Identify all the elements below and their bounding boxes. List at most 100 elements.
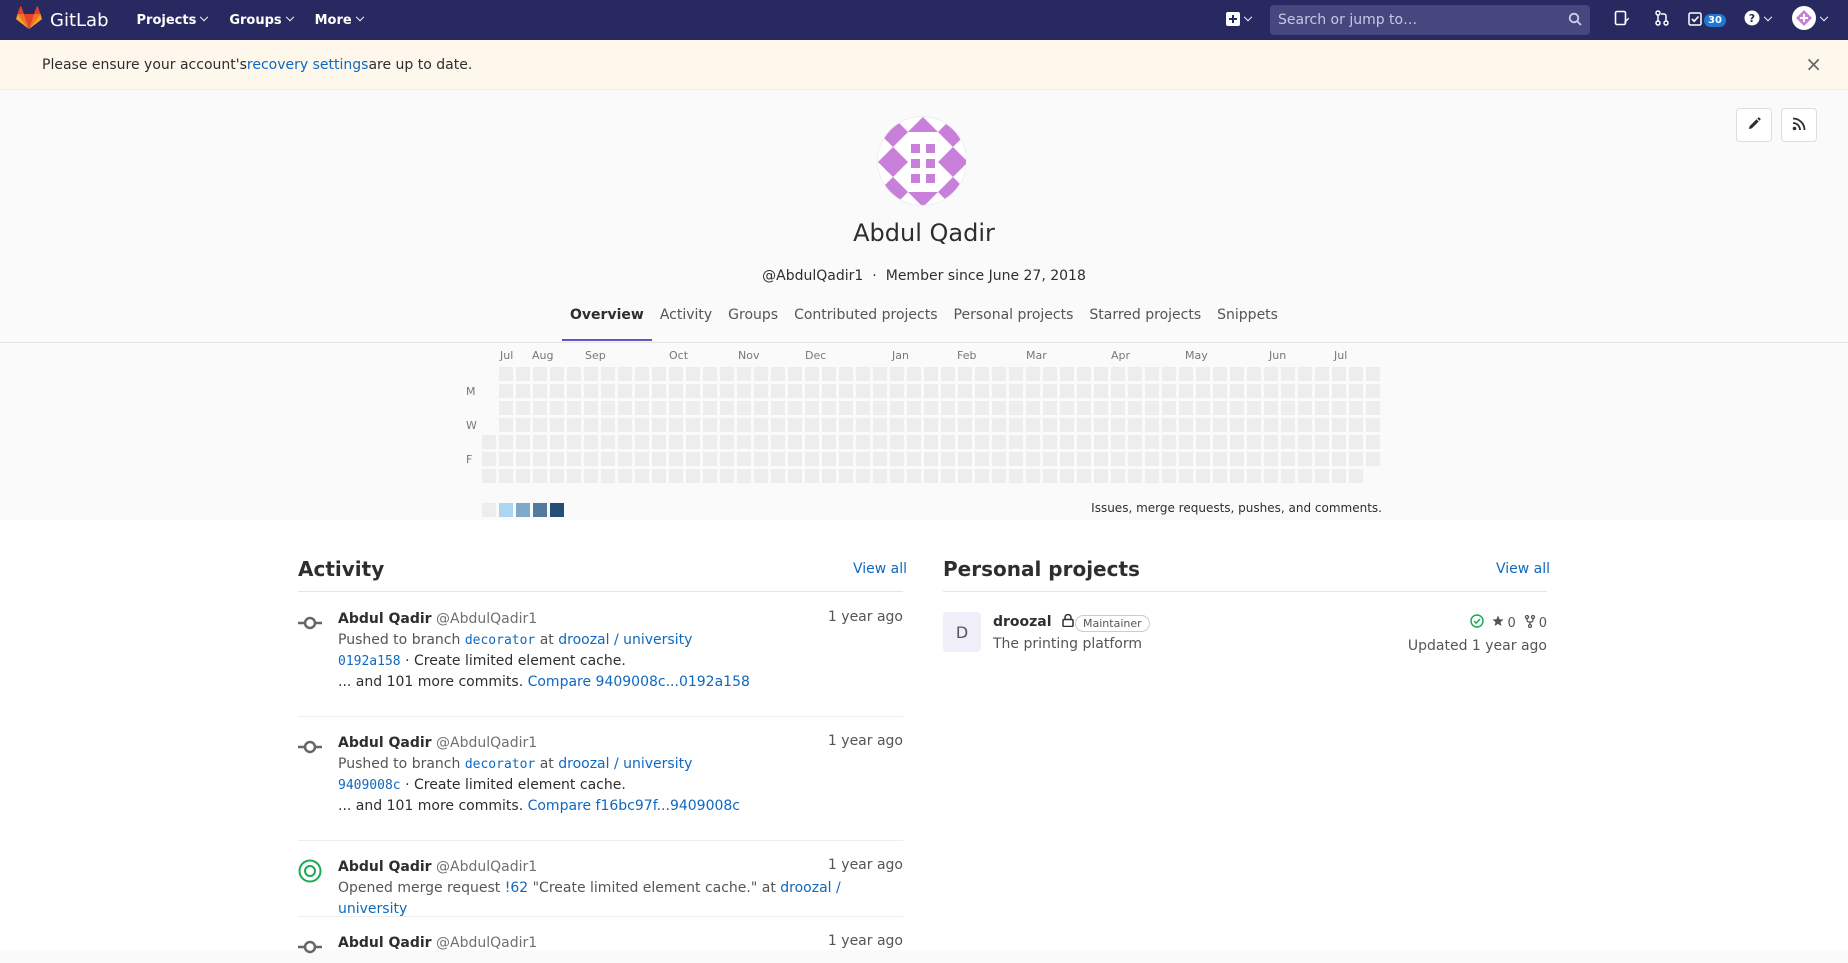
calendar-day-cell[interactable] bbox=[1298, 452, 1312, 466]
calendar-day-cell[interactable] bbox=[1043, 418, 1057, 432]
calendar-day-cell[interactable] bbox=[516, 418, 530, 432]
calendar-day-cell[interactable] bbox=[669, 384, 683, 398]
calendar-day-cell[interactable] bbox=[1332, 418, 1346, 432]
calendar-day-cell[interactable] bbox=[975, 367, 989, 381]
calendar-day-cell[interactable] bbox=[499, 435, 513, 449]
calendar-day-cell[interactable] bbox=[992, 384, 1006, 398]
calendar-day-cell[interactable] bbox=[1179, 418, 1193, 432]
calendar-day-cell[interactable] bbox=[1111, 367, 1125, 381]
calendar-day-cell[interactable] bbox=[958, 452, 972, 466]
calendar-day-cell[interactable] bbox=[1145, 418, 1159, 432]
calendar-day-cell[interactable] bbox=[754, 384, 768, 398]
calendar-day-cell[interactable] bbox=[1060, 452, 1074, 466]
calendar-day-cell[interactable] bbox=[601, 367, 615, 381]
calendar-day-cell[interactable] bbox=[1077, 384, 1091, 398]
calendar-day-cell[interactable] bbox=[1366, 452, 1380, 466]
calendar-day-cell[interactable] bbox=[652, 469, 666, 483]
projects-menu[interactable]: Projects bbox=[137, 13, 209, 28]
calendar-day-cell[interactable] bbox=[754, 367, 768, 381]
calendar-day-cell[interactable] bbox=[1145, 469, 1159, 483]
calendar-day-cell[interactable] bbox=[992, 469, 1006, 483]
calendar-day-cell[interactable] bbox=[1298, 435, 1312, 449]
calendar-day-cell[interactable] bbox=[601, 435, 615, 449]
calendar-day-cell[interactable] bbox=[941, 384, 955, 398]
calendar-day-cell[interactable] bbox=[924, 418, 938, 432]
calendar-day-cell[interactable] bbox=[890, 435, 904, 449]
calendar-day-cell[interactable] bbox=[635, 384, 649, 398]
calendar-day-cell[interactable] bbox=[1009, 418, 1023, 432]
calendar-day-cell[interactable] bbox=[839, 469, 853, 483]
calendar-day-cell[interactable] bbox=[873, 452, 887, 466]
calendar-day-cell[interactable] bbox=[1009, 401, 1023, 415]
calendar-day-cell[interactable] bbox=[1145, 452, 1159, 466]
calendar-day-cell[interactable] bbox=[975, 435, 989, 449]
calendar-day-cell[interactable] bbox=[1162, 418, 1176, 432]
calendar-day-cell[interactable] bbox=[1332, 367, 1346, 381]
calendar-day-cell[interactable] bbox=[1196, 452, 1210, 466]
calendar-day-cell[interactable] bbox=[1179, 435, 1193, 449]
calendar-day-cell[interactable] bbox=[1179, 367, 1193, 381]
calendar-day-cell[interactable] bbox=[669, 401, 683, 415]
calendar-day-cell[interactable] bbox=[941, 452, 955, 466]
calendar-day-cell[interactable] bbox=[1145, 435, 1159, 449]
calendar-day-cell[interactable] bbox=[822, 367, 836, 381]
calendar-day-cell[interactable] bbox=[924, 367, 938, 381]
calendar-day-cell[interactable] bbox=[754, 435, 768, 449]
project-link[interactable]: droozal / university bbox=[558, 632, 692, 648]
calendar-day-cell[interactable] bbox=[805, 367, 819, 381]
calendar-day-cell[interactable] bbox=[567, 418, 581, 432]
close-icon[interactable]: × bbox=[1805, 54, 1822, 74]
commit-sha-link[interactable]: 0192a158 bbox=[338, 654, 401, 669]
calendar-day-cell[interactable] bbox=[941, 435, 955, 449]
calendar-day-cell[interactable] bbox=[669, 469, 683, 483]
calendar-day-cell[interactable] bbox=[720, 452, 734, 466]
calendar-day-cell[interactable] bbox=[584, 367, 598, 381]
calendar-day-cell[interactable] bbox=[567, 367, 581, 381]
calendar-day-cell[interactable] bbox=[975, 401, 989, 415]
calendar-day-cell[interactable] bbox=[1332, 435, 1346, 449]
calendar-day-cell[interactable] bbox=[618, 452, 632, 466]
calendar-day-cell[interactable] bbox=[1281, 452, 1295, 466]
calendar-day-cell[interactable] bbox=[1060, 367, 1074, 381]
calendar-day-cell[interactable] bbox=[958, 435, 972, 449]
calendar-day-cell[interactable] bbox=[958, 384, 972, 398]
calendar-day-cell[interactable] bbox=[567, 469, 581, 483]
calendar-day-cell[interactable] bbox=[1298, 401, 1312, 415]
calendar-day-cell[interactable] bbox=[1196, 435, 1210, 449]
calendar-day-cell[interactable] bbox=[1196, 401, 1210, 415]
calendar-day-cell[interactable] bbox=[788, 469, 802, 483]
calendar-day-cell[interactable] bbox=[1196, 367, 1210, 381]
commit-sha-link[interactable]: 9409008c bbox=[338, 778, 401, 793]
branch-link[interactable]: decorator bbox=[465, 633, 535, 648]
calendar-day-cell[interactable] bbox=[907, 435, 921, 449]
calendar-day-cell[interactable] bbox=[873, 435, 887, 449]
calendar-day-cell[interactable] bbox=[1077, 418, 1091, 432]
calendar-day-cell[interactable] bbox=[873, 367, 887, 381]
calendar-day-cell[interactable] bbox=[975, 452, 989, 466]
calendar-day-cell[interactable] bbox=[618, 401, 632, 415]
calendar-day-cell[interactable] bbox=[720, 384, 734, 398]
calendar-day-cell[interactable] bbox=[1247, 452, 1261, 466]
calendar-day-cell[interactable] bbox=[1145, 367, 1159, 381]
calendar-day-cell[interactable] bbox=[1094, 367, 1108, 381]
calendar-day-cell[interactable] bbox=[1281, 401, 1295, 415]
todos-link[interactable]: 30 bbox=[1682, 0, 1732, 40]
calendar-day-cell[interactable] bbox=[686, 401, 700, 415]
calendar-day-cell[interactable] bbox=[669, 435, 683, 449]
calendar-day-cell[interactable] bbox=[703, 367, 717, 381]
calendar-day-cell[interactable] bbox=[1026, 469, 1040, 483]
calendar-day-cell[interactable] bbox=[1281, 435, 1295, 449]
calendar-day-cell[interactable] bbox=[1043, 435, 1057, 449]
calendar-day-cell[interactable] bbox=[533, 452, 547, 466]
calendar-day-cell[interactable] bbox=[1349, 418, 1363, 432]
calendar-day-cell[interactable] bbox=[924, 452, 938, 466]
calendar-day-cell[interactable] bbox=[805, 469, 819, 483]
calendar-day-cell[interactable] bbox=[601, 469, 615, 483]
calendar-day-cell[interactable] bbox=[1247, 469, 1261, 483]
calendar-day-cell[interactable] bbox=[652, 401, 666, 415]
calendar-day-cell[interactable] bbox=[584, 469, 598, 483]
calendar-day-cell[interactable] bbox=[499, 469, 513, 483]
calendar-day-cell[interactable] bbox=[550, 435, 564, 449]
calendar-day-cell[interactable] bbox=[788, 452, 802, 466]
calendar-day-cell[interactable] bbox=[567, 435, 581, 449]
